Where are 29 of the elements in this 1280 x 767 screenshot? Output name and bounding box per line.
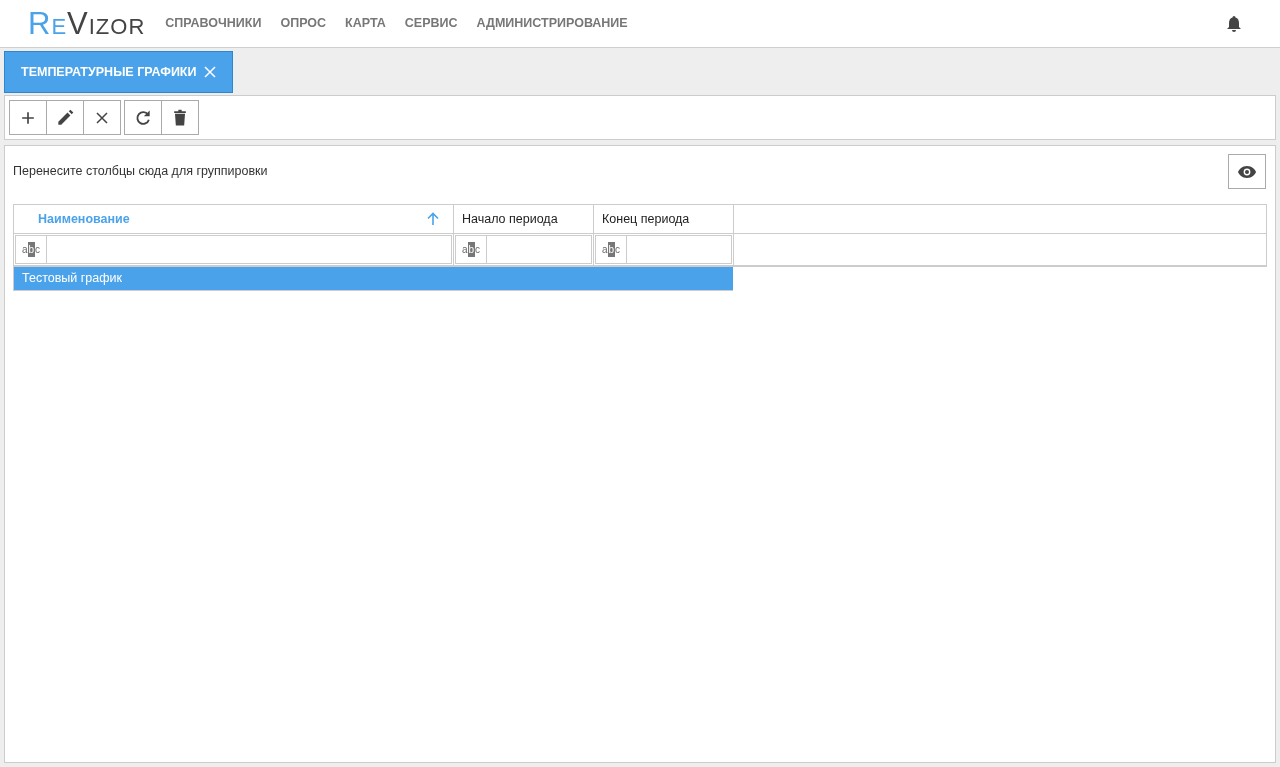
visibility-button[interactable] [1228,154,1266,189]
pencil-icon [55,107,75,128]
filter-type-label: abc [16,236,47,263]
add-icon-button[interactable] [9,100,47,135]
table-cell-text: Тестовый график [22,270,122,288]
filter-type-label: abc [596,236,627,263]
pencil-icon-button[interactable] [46,100,84,135]
menu-item[interactable]: КАРТА [345,14,386,33]
menu-item[interactable]: АДМИНИСТРИРОВАНИЕ [476,14,628,33]
sort-arrow-icon [427,212,439,226]
filter-field[interactable]: abc [455,235,592,264]
logo: ReVizor [28,8,146,39]
menu-item[interactable]: СПРАВОЧНИКИ [165,14,262,33]
filter-field[interactable]: abc [595,235,732,264]
column-header[interactable]: Начало периода [454,205,594,233]
bell-icon[interactable] [1226,14,1242,33]
trash-icon-button[interactable] [161,100,199,135]
filter-field[interactable]: abc [15,235,452,264]
tab[interactable]: ТЕМПЕРАТУРНЫЕ ГРАФИКИ [4,51,234,93]
refresh-icon-button[interactable] [124,100,162,135]
column-header[interactable]: Конец периода [594,205,734,233]
menu-item[interactable]: СЕРВИС [404,14,458,33]
table-row[interactable]: Тестовый график [13,267,733,291]
filter-type-label: abc [456,236,487,263]
group-hint: Перенесите столбцы сюда для группировки [13,163,268,181]
eye-icon [1237,164,1257,179]
close-icon[interactable] [204,66,217,78]
column-header[interactable]: Наименование [14,205,454,233]
menu-item[interactable]: ОПРОС [280,14,327,33]
